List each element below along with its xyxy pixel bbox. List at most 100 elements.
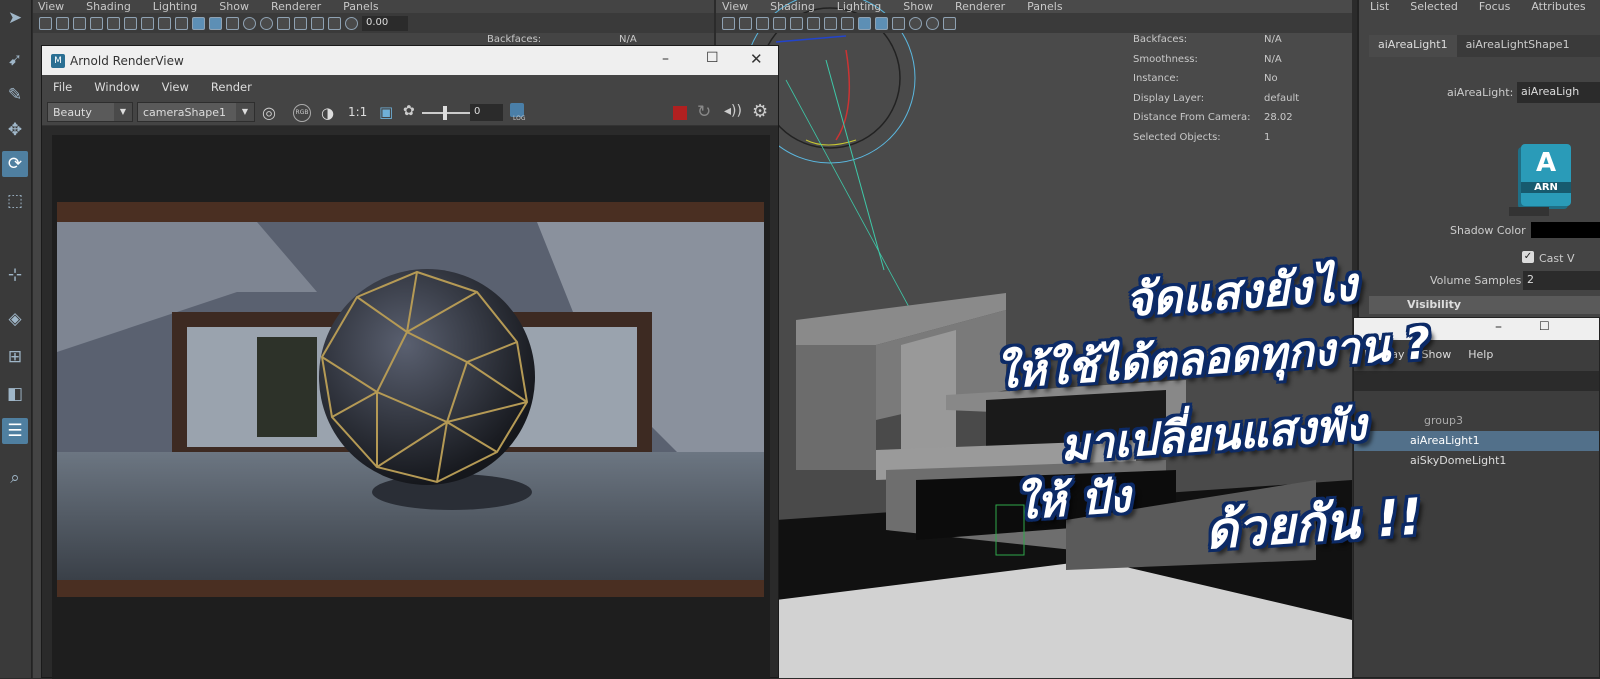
isolate-icon[interactable]: [294, 16, 307, 30]
wireframe-icon[interactable]: [858, 16, 871, 30]
render-scene-art: [57, 202, 764, 597]
hud-value: 1: [1264, 132, 1271, 143]
resolution-gate-icon[interactable]: [124, 16, 137, 30]
snap-icon[interactable]: ⊹: [2, 262, 28, 288]
two-view-icon[interactable]: ◧: [2, 381, 28, 407]
ipr-icon[interactable]: ◂)): [724, 103, 742, 119]
minimize-icon[interactable]: –: [1495, 319, 1502, 335]
exposure-field[interactable]: 0: [470, 104, 503, 121]
grid-icon[interactable]: [90, 16, 103, 30]
image-plane-icon[interactable]: [73, 16, 86, 30]
gear-icon[interactable]: ⚙: [752, 101, 768, 122]
field-partial[interactable]: [1509, 207, 1549, 216]
gamma-field[interactable]: 0.00: [362, 15, 408, 31]
menu-panels[interactable]: Panels: [343, 0, 378, 13]
shadows-icon[interactable]: [260, 16, 273, 30]
menu-view[interactable]: View: [722, 0, 748, 13]
minimize-icon[interactable]: –: [662, 51, 669, 67]
grid-icon[interactable]: [773, 16, 786, 30]
exposure-icon[interactable]: [345, 16, 358, 30]
menu-view[interactable]: View: [162, 80, 189, 94]
field-chart-icon[interactable]: [158, 16, 171, 30]
outliner-item-aiarealight1[interactable]: aiAreaLight1: [1354, 431, 1599, 451]
menu-shading[interactable]: Shading: [86, 0, 131, 13]
single-view-icon[interactable]: ◈: [2, 306, 28, 332]
gate-mask-icon[interactable]: [141, 16, 154, 30]
menu-shading[interactable]: Shading: [770, 0, 815, 13]
smooth-shade-icon[interactable]: [875, 16, 888, 30]
film-gate-icon[interactable]: [107, 16, 120, 30]
ratio-label[interactable]: 1:1: [348, 105, 367, 119]
menu-show[interactable]: Show: [903, 0, 933, 13]
motion-blur-icon[interactable]: [328, 16, 341, 30]
textured-icon[interactable]: [226, 16, 239, 30]
menu-panels[interactable]: Panels: [1027, 0, 1062, 13]
refresh-small-icon[interactable]: ✿: [403, 103, 415, 119]
select-arrow-icon[interactable]: ➤: [2, 5, 28, 31]
tab-aiarealightshape1[interactable]: aiAreaLightShape1: [1457, 35, 1579, 57]
menu-lighting[interactable]: Lighting: [837, 0, 881, 13]
lasso-select-icon[interactable]: ➹: [2, 47, 28, 73]
four-view-icon[interactable]: ⊞: [2, 344, 28, 370]
wireframe-icon[interactable]: [192, 16, 205, 30]
aov-dropdown[interactable]: Beauty ▼: [47, 102, 133, 122]
xray-icon[interactable]: [277, 16, 290, 30]
search-icon[interactable]: ⌕: [2, 465, 28, 491]
maximize-icon[interactable]: ☐: [706, 50, 719, 66]
shadows-icon[interactable]: [926, 16, 939, 30]
hud-label: Smoothness:: [1133, 53, 1198, 65]
render-region-icon[interactable]: ◎: [262, 103, 276, 122]
outliner-item-group3[interactable]: group3: [1354, 411, 1599, 431]
outliner-item-aiskydomelight1[interactable]: aiSkyDomeLight1: [1354, 451, 1599, 471]
menu-render[interactable]: Render: [211, 80, 252, 94]
camera-icon[interactable]: [722, 16, 735, 30]
bookmark-icon[interactable]: [739, 16, 752, 30]
image-plane-icon[interactable]: [756, 16, 769, 30]
smooth-shade-icon[interactable]: [209, 16, 222, 30]
tab-aiarealight1[interactable]: aiAreaLight1: [1369, 35, 1457, 57]
menu-window[interactable]: Window: [94, 80, 139, 94]
resolution-gate-icon[interactable]: [807, 16, 820, 30]
move-tool-icon[interactable]: ✥: [2, 117, 28, 143]
rerender-icon[interactable]: ↻: [697, 102, 711, 122]
stop-render-icon[interactable]: [673, 106, 687, 120]
menu-lighting[interactable]: Lighting: [153, 0, 197, 13]
gate-mask-icon[interactable]: [824, 16, 837, 30]
field-chart-icon[interactable]: [841, 16, 854, 30]
outliner-layout-icon[interactable]: ☰: [2, 418, 28, 444]
menu-selected[interactable]: Selected: [1410, 0, 1458, 16]
rotate-tool-icon[interactable]: ⟳: [2, 151, 28, 177]
menu-renderer[interactable]: Renderer: [955, 0, 1005, 13]
menu-show[interactable]: Show: [219, 0, 249, 13]
shadow-color-swatch[interactable]: [1531, 222, 1600, 238]
camera-icon[interactable]: [39, 16, 52, 30]
menu-renderer[interactable]: Renderer: [271, 0, 321, 13]
menu-help[interactable]: Help: [1468, 348, 1493, 362]
close-icon[interactable]: ✕: [750, 50, 763, 68]
safe-action-icon[interactable]: [175, 16, 188, 30]
exposure-slider[interactable]: [422, 106, 472, 120]
menu-focus[interactable]: Focus: [1479, 0, 1510, 16]
bookmark-icon[interactable]: [56, 16, 69, 30]
menu-view[interactable]: View: [38, 0, 64, 13]
lights-icon[interactable]: [243, 16, 256, 30]
frame-icon[interactable]: ▣: [379, 103, 393, 121]
rgb-channel-icon[interactable]: RGB: [293, 104, 311, 122]
alpha-channel-icon[interactable]: ◑: [321, 104, 334, 122]
xray-icon[interactable]: [943, 16, 956, 30]
film-gate-icon[interactable]: [790, 16, 803, 30]
menu-file[interactable]: File: [53, 80, 72, 94]
textured-icon[interactable]: [892, 16, 905, 30]
scale-tool-icon[interactable]: ⬚: [2, 188, 28, 214]
ambient-occlusion-icon[interactable]: [311, 16, 324, 30]
paint-select-icon[interactable]: ✎: [2, 82, 28, 108]
camera-dropdown[interactable]: cameraShape1 ▼: [137, 102, 255, 122]
lights-icon[interactable]: [909, 16, 922, 30]
menu-attributes[interactable]: Attributes: [1531, 0, 1585, 16]
slider-handle[interactable]: [443, 106, 447, 120]
volume-samples-field[interactable]: 2: [1523, 271, 1600, 290]
checkbox-checked-icon[interactable]: ✓: [1522, 251, 1534, 263]
menu-list[interactable]: List: [1370, 0, 1389, 16]
maximize-icon[interactable]: ☐: [1539, 319, 1550, 333]
node-name-field[interactable]: aiAreaLigh: [1517, 82, 1600, 103]
